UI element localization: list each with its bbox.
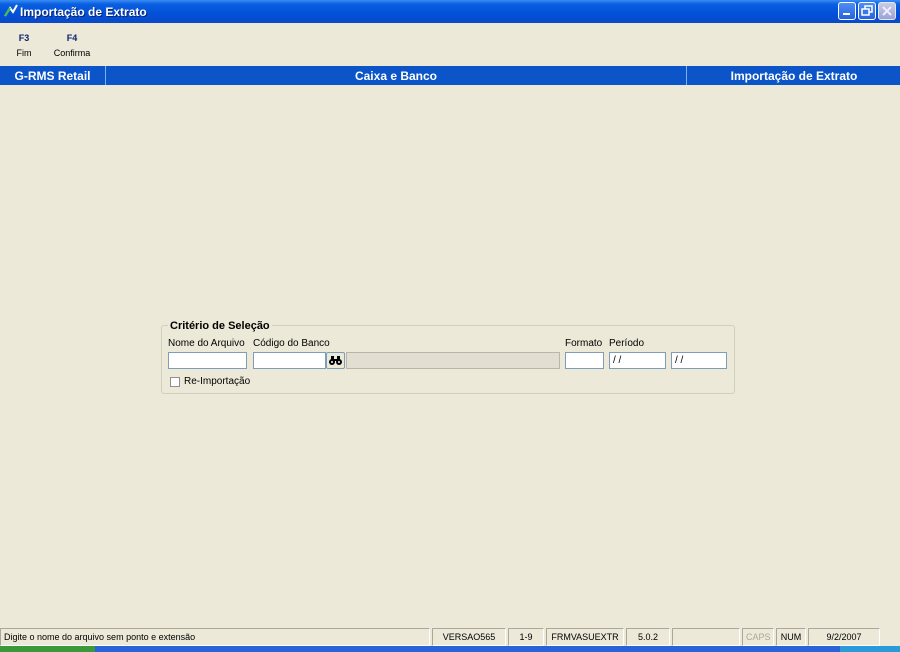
app-icon [4, 4, 18, 17]
window-title: Importação de Extrato [20, 5, 147, 19]
status-caps: CAPS [742, 628, 774, 646]
status-bar: Digite o nome do arquivo sem ponto e ext… [0, 628, 900, 646]
minimize-button[interactable] [838, 2, 856, 20]
period-start-input[interactable]: / / [609, 352, 666, 369]
module-name: Caixa e Banco [354, 69, 438, 83]
f3-action-label: Fim [16, 48, 32, 58]
screen-name: Importação de Extrato [730, 69, 858, 83]
status-date: 9/2/2007 [808, 628, 880, 646]
status-range: 1-9 [508, 628, 544, 646]
module-header: G-RMS Retail Caixa e Banco Importação de… [0, 66, 900, 85]
status-message: Digite o nome do arquivo sem ponto e ext… [0, 628, 430, 646]
status-version: VERSAO565 [432, 628, 506, 646]
bank-code-input[interactable] [253, 352, 326, 369]
period-label: Período [609, 338, 645, 349]
close-button[interactable] [878, 2, 896, 20]
restore-icon [861, 5, 873, 16]
bank-code-label: Código do Banco [253, 338, 330, 349]
binoculars-icon [329, 356, 342, 365]
system-name: G-RMS Retail [14, 69, 91, 83]
selection-criteria-group: Critério de Seleção Nome do Arquivo Códi… [161, 320, 735, 394]
format-input[interactable] [565, 352, 604, 369]
file-name-input[interactable] [168, 352, 247, 369]
period-end-input[interactable]: / / [671, 352, 727, 369]
f4-confirma-button[interactable]: F4 Confirma [50, 33, 94, 58]
status-empty [672, 628, 740, 646]
file-name-label: Nome do Arquivo [168, 338, 245, 349]
window-titlebar[interactable]: Importação de Extrato [0, 0, 900, 23]
status-form: FRMVASUEXTR [546, 628, 624, 646]
status-release: 5.0.2 [626, 628, 670, 646]
bank-search-button[interactable] [326, 352, 345, 369]
group-legend: Critério de Seleção [168, 320, 272, 332]
bank-name-display [346, 352, 560, 369]
f3-key-label: F3 [18, 33, 30, 43]
header-divider [686, 66, 687, 85]
status-num: NUM [776, 628, 806, 646]
reimport-checkbox[interactable] [170, 377, 180, 387]
restore-button[interactable] [858, 2, 876, 20]
taskbar-strip [0, 646, 900, 652]
minimize-icon [843, 13, 850, 15]
f4-key-label: F4 [66, 33, 78, 43]
format-label: Formato [565, 338, 603, 349]
f3-fim-button[interactable]: F3 Fim [12, 33, 36, 58]
reimport-label[interactable]: Re-Importação [184, 376, 250, 387]
f4-action-label: Confirma [53, 48, 91, 58]
close-icon [882, 6, 892, 16]
